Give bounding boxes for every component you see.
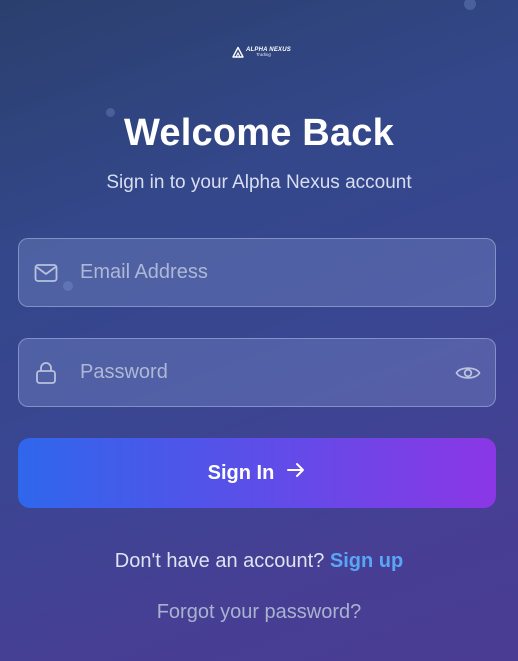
eye-icon[interactable]: [455, 360, 481, 386]
email-input[interactable]: [58, 239, 495, 306]
lock-icon: [34, 361, 58, 385]
brand-logo: ALPHA NEXUS Trading: [232, 44, 291, 60]
signup-prompt: Don't have an account?: [114, 550, 330, 572]
sign-in-button[interactable]: Sign In: [18, 438, 496, 508]
forgot-password-link[interactable]: Forgot your password?: [0, 601, 518, 624]
page-title: Welcome Back: [124, 112, 394, 154]
password-field-container: [18, 338, 496, 407]
email-field-container: [18, 238, 496, 307]
background-dot: [464, 0, 476, 10]
mail-icon: [34, 261, 58, 285]
logo-text: ALPHA NEXUS Trading: [246, 47, 291, 58]
logo-subtitle: Trading: [256, 51, 271, 57]
arrow-right-icon: [286, 461, 306, 485]
logo-mountain-icon: [232, 46, 244, 58]
signup-row: Don't have an account? Sign up: [0, 550, 518, 573]
sign-up-link[interactable]: Sign up: [330, 550, 403, 572]
page-subtitle: Sign in to your Alpha Nexus account: [106, 172, 412, 193]
password-input[interactable]: [58, 339, 455, 406]
sign-in-label: Sign In: [207, 461, 275, 484]
